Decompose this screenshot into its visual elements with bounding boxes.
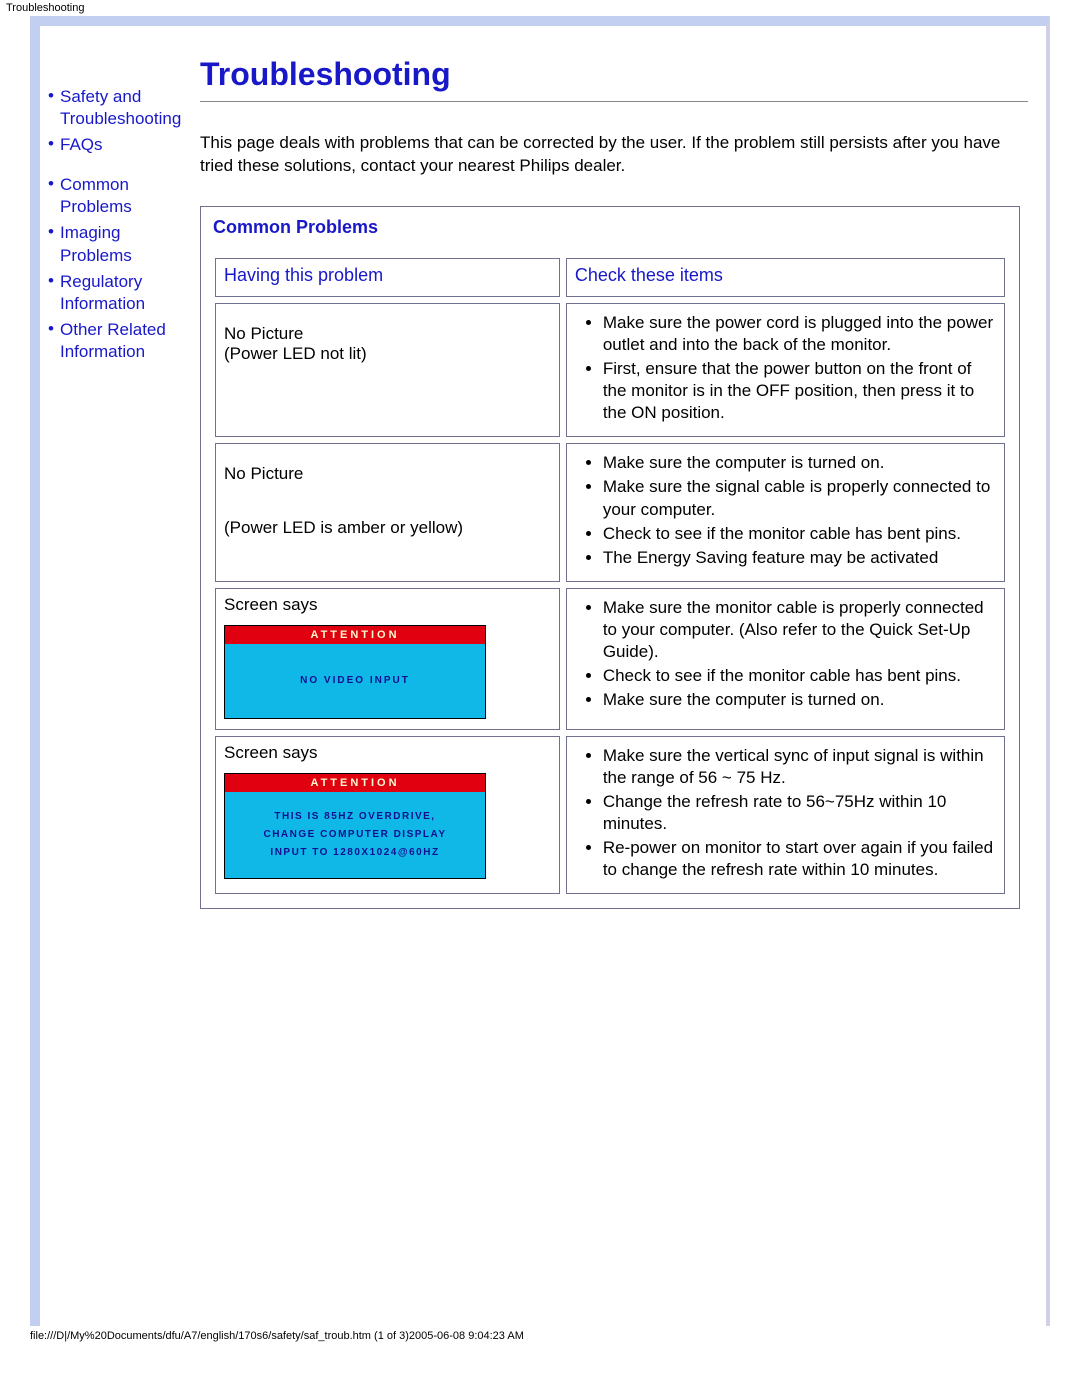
list-item: Change the refresh rate to 56~75Hz withi… <box>603 791 996 835</box>
sidebar-link[interactable]: Other Related Information <box>60 319 196 363</box>
list-item: Make sure the signal cable is properly c… <box>603 476 996 520</box>
osd-line: THIS IS 85HZ OVERDRIVE, <box>274 811 435 822</box>
osd-message: NO VIDEO INPUT <box>225 644 485 718</box>
sidebar-link[interactable]: Imaging Problems <box>60 222 196 266</box>
bullet-icon: • <box>48 86 60 106</box>
list-item: Re-power on monitor to start over again … <box>603 837 996 881</box>
list-item: First, ensure that the power button on t… <box>603 358 996 424</box>
sidebar-item-regulatory[interactable]: • Regulatory Information <box>48 271 196 315</box>
bullet-icon: • <box>48 271 60 291</box>
sidebar-item-other-related[interactable]: • Other Related Information <box>48 319 196 363</box>
problem-text: Screen says <box>224 743 318 762</box>
osd-line: INPUT TO 1280X1024@60HZ <box>270 847 439 858</box>
page-frame: • Safety and Troubleshooting • FAQs • Co… <box>30 16 1050 1326</box>
main-content: Troubleshooting This page deals with pro… <box>200 26 1046 1326</box>
sidebar-link[interactable]: Safety and Troubleshooting <box>60 86 196 130</box>
check-list: Make sure the power cord is plugged into… <box>575 312 996 424</box>
bullet-icon: • <box>48 319 60 339</box>
osd-message: THIS IS 85HZ OVERDRIVE, CHANGE COMPUTER … <box>225 792 485 878</box>
list-item: Make sure the computer is turned on. <box>603 452 996 474</box>
common-problems-panel: Common Problems Having this problem Chec… <box>200 206 1020 910</box>
problem-cell: Screen says ATTENTION NO VIDEO INPUT <box>215 588 560 730</box>
list-item: Make sure the power cord is plugged into… <box>603 312 996 356</box>
problem-cell: No Picture (Power LED is amber or yellow… <box>215 443 560 581</box>
list-item: Check to see if the monitor cable has be… <box>603 665 996 687</box>
intro-paragraph: This page deals with problems that can b… <box>200 132 1028 178</box>
check-cell: Make sure the monitor cable is properly … <box>566 588 1005 730</box>
osd-attention-bar: ATTENTION <box>225 774 485 792</box>
sidebar-link[interactable]: Common Problems <box>60 174 196 218</box>
sidebar-item-safety[interactable]: • Safety and Troubleshooting <box>48 86 196 130</box>
bullet-icon: • <box>48 174 60 194</box>
problem-cell: Screen says ATTENTION THIS IS 85HZ OVERD… <box>215 736 560 895</box>
check-list: Make sure the computer is turned on. Mak… <box>575 452 996 568</box>
osd-warning-box: ATTENTION THIS IS 85HZ OVERDRIVE, CHANGE… <box>224 773 486 879</box>
osd-line: CHANGE COMPUTER DISPLAY <box>263 829 446 840</box>
problems-table: Having this problem Check these items No… <box>209 252 1011 901</box>
check-list: Make sure the vertical sync of input sig… <box>575 745 996 882</box>
problem-text: No Picture <box>224 464 551 484</box>
sidebar-link[interactable]: Regulatory Information <box>60 271 196 315</box>
problem-text: (Power LED not lit) <box>224 344 367 363</box>
page-title: Troubleshooting <box>200 56 1028 93</box>
check-cell: Make sure the power cord is plugged into… <box>566 303 1005 437</box>
sidebar-item-faqs[interactable]: • FAQs <box>48 134 196 156</box>
section-heading: Common Problems <box>209 215 1011 252</box>
bullet-icon: • <box>48 222 60 242</box>
col-header-check: Check these items <box>566 258 1005 297</box>
page-footer-small: file:///D|/My%20Documents/dfu/A7/english… <box>0 1326 1080 1352</box>
horizontal-rule <box>200 101 1028 102</box>
list-item: Check to see if the monitor cable has be… <box>603 523 996 545</box>
problem-cell: No Picture (Power LED not lit) <box>215 303 560 437</box>
sidebar-nav: • Safety and Troubleshooting • FAQs • Co… <box>40 26 200 1326</box>
list-item: Make sure the computer is turned on. <box>603 689 996 711</box>
list-item: Make sure the vertical sync of input sig… <box>603 745 996 789</box>
osd-attention-bar: ATTENTION <box>225 626 485 644</box>
sidebar-item-common-problems[interactable]: • Common Problems <box>48 174 196 218</box>
bullet-icon: • <box>48 134 60 154</box>
table-header-row: Having this problem Check these items <box>215 258 1005 297</box>
osd-warning-box: ATTENTION NO VIDEO INPUT <box>224 625 486 719</box>
problem-text: (Power LED is amber or yellow) <box>224 518 551 538</box>
problem-text: No Picture <box>224 324 551 344</box>
check-cell: Make sure the vertical sync of input sig… <box>566 736 1005 895</box>
check-list: Make sure the monitor cable is properly … <box>575 597 996 711</box>
sidebar-link[interactable]: FAQs <box>60 134 103 156</box>
check-cell: Make sure the computer is turned on. Mak… <box>566 443 1005 581</box>
page-header-small: Troubleshooting <box>0 0 1080 16</box>
sidebar-item-imaging-problems[interactable]: • Imaging Problems <box>48 222 196 266</box>
table-row: Screen says ATTENTION NO VIDEO INPUT Mak… <box>215 588 1005 730</box>
list-item: Make sure the monitor cable is properly … <box>603 597 996 663</box>
problem-text: Screen says <box>224 595 318 614</box>
col-header-problem: Having this problem <box>215 258 560 297</box>
table-row: Screen says ATTENTION THIS IS 85HZ OVERD… <box>215 736 1005 895</box>
list-item: The Energy Saving feature may be activat… <box>603 547 996 569</box>
table-row: No Picture (Power LED is amber or yellow… <box>215 443 1005 581</box>
table-row: No Picture (Power LED not lit) Make sure… <box>215 303 1005 437</box>
